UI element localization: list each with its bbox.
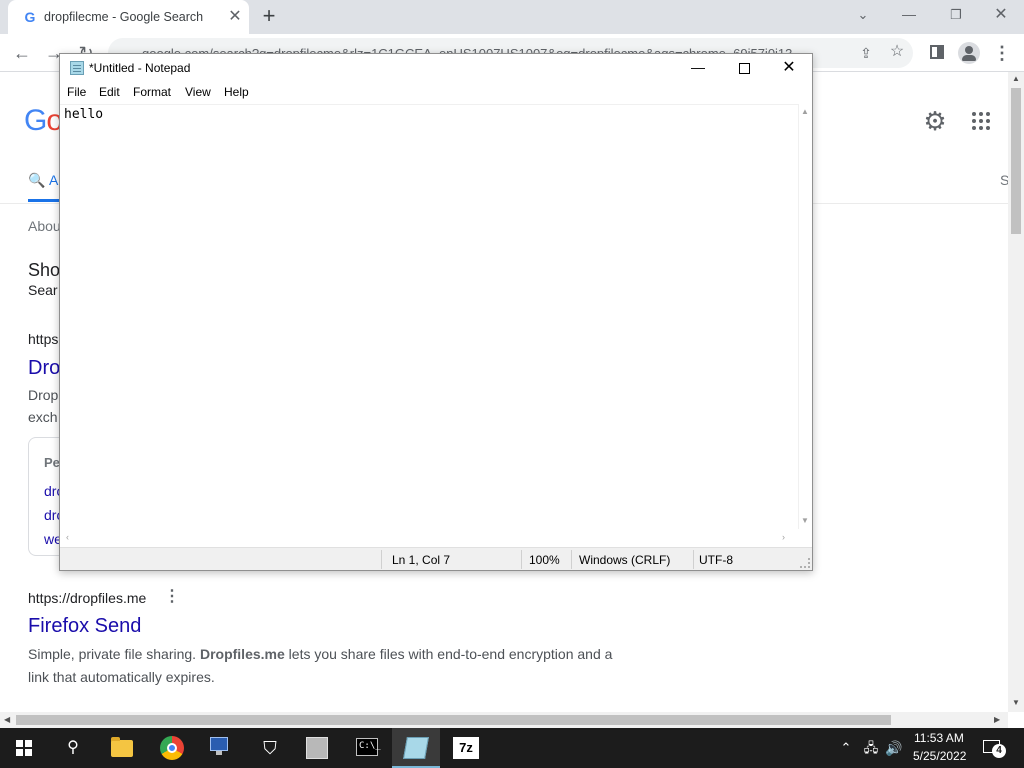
- tab-close-icon[interactable]: ✕: [226, 8, 244, 26]
- result2-snippet-part: Simple, private file sharing.: [28, 646, 200, 662]
- menu-view[interactable]: View: [185, 85, 211, 99]
- result2-title-link[interactable]: Firefox Send: [28, 615, 141, 638]
- result1-snippet-line1: Drop: [28, 387, 59, 403]
- cabinet-app-icon[interactable]: [306, 737, 328, 759]
- status-separator: [381, 550, 382, 569]
- resize-grip-icon[interactable]: [800, 558, 810, 568]
- windows-taskbar: ⚲ ⛉ C:\_ 7z ⌃ 🖧 🔊 11:53 AM 5/25/2022 4: [0, 728, 1024, 768]
- side-panel-icon[interactable]: [927, 43, 947, 63]
- action-center-button[interactable]: 4: [982, 738, 1006, 758]
- google-logo-g: G: [24, 104, 47, 137]
- command-prompt-icon[interactable]: C:\_: [356, 738, 381, 756]
- chrome-menu-icon[interactable]: ⋮: [993, 42, 1011, 64]
- notepad-app-icon: [70, 61, 84, 75]
- notepad-menu-bar: File Edit Format View Help: [60, 82, 812, 104]
- share-icon[interactable]: ⇪: [856, 43, 876, 63]
- tray-network-icon[interactable]: 🖧: [862, 738, 880, 758]
- chrome-tab-strip: G dropfilecme - Google Search ✕ + ⌄ — ❐ …: [0, 0, 1024, 34]
- browser-close-button[interactable]: ✕: [989, 4, 1013, 26]
- browser-tab[interactable]: G dropfilecme - Google Search ✕: [8, 0, 249, 34]
- page-vertical-scrollbar[interactable]: ▲ ▼: [1008, 72, 1024, 712]
- result2-url[interactable]: https://dropfiles.me: [28, 590, 146, 606]
- menu-format[interactable]: Format: [133, 85, 171, 99]
- menu-edit[interactable]: Edit: [99, 85, 120, 99]
- result1-snippet-line2: exch: [28, 409, 58, 425]
- tab-search-chevron-icon[interactable]: ⌄: [853, 5, 873, 25]
- notification-count-badge: 4: [992, 744, 1006, 758]
- notepad-status-bar: Ln 1, Col 7 100% Windows (CRLF) UTF-8: [60, 547, 812, 570]
- result1-url[interactable]: https: [28, 331, 58, 347]
- result2-snippet-line2: link that automatically expires.: [28, 669, 215, 685]
- notepad-title-bar[interactable]: *Untitled - Notepad — ✕: [60, 54, 812, 82]
- result2-snippet-part: lets you share files with end-to-end enc…: [284, 646, 613, 662]
- menu-file[interactable]: File: [67, 85, 86, 99]
- new-tab-button[interactable]: +: [257, 5, 281, 29]
- scroll-left-arrow-icon[interactable]: ◀: [4, 715, 10, 724]
- notepad-taskbar-icon[interactable]: [403, 737, 429, 759]
- google-apps-grid-icon[interactable]: [970, 110, 992, 132]
- tray-overflow-chevron-icon[interactable]: ⌃: [838, 738, 854, 758]
- scroll-up-arrow-icon[interactable]: ▲: [801, 107, 809, 116]
- security-shield-icon[interactable]: ⛉: [260, 737, 280, 759]
- show-results-heading: Sho: [28, 260, 61, 280]
- notepad-maximize-button[interactable]: [729, 56, 759, 80]
- status-line-ending: Windows (CRLF): [579, 553, 671, 567]
- clock-date[interactable]: 5/25/2022: [913, 749, 966, 763]
- menu-help[interactable]: Help: [224, 85, 249, 99]
- scroll-down-arrow-icon[interactable]: ▼: [1012, 698, 1020, 707]
- notepad-minimize-button[interactable]: —: [683, 56, 713, 80]
- status-separator: [571, 550, 572, 569]
- status-encoding: UTF-8: [699, 553, 733, 567]
- results-about-text: Abou: [28, 218, 61, 234]
- google-logo[interactable]: Go: [24, 104, 63, 138]
- status-zoom: 100%: [529, 553, 560, 567]
- people-also-heading: Pe: [44, 455, 60, 470]
- clock-time[interactable]: 11:53 AM: [914, 731, 964, 745]
- network-computer-icon[interactable]: [208, 737, 232, 759]
- result2-snippet-bold: Dropfiles.me: [199, 646, 285, 662]
- profile-avatar-icon[interactable]: [958, 42, 980, 64]
- notepad-content[interactable]: hello: [64, 107, 103, 122]
- scrollbar-thumb[interactable]: [16, 715, 891, 725]
- notepad-close-button[interactable]: ✕: [774, 56, 804, 80]
- notepad-horizontal-scrollbar[interactable]: ‹ ›: [60, 529, 798, 547]
- show-results-subtext[interactable]: Sear: [28, 282, 58, 298]
- seven-zip-icon[interactable]: 7z: [453, 737, 479, 759]
- notepad-title: *Untitled - Notepad: [89, 61, 191, 75]
- notepad-text-area[interactable]: hello: [60, 104, 798, 529]
- settings-gear-icon[interactable]: ⚙: [922, 108, 948, 134]
- scroll-left-arrow-icon[interactable]: ‹: [66, 532, 69, 542]
- windows-logo-icon: [16, 740, 32, 756]
- browser-restore-button[interactable]: ❐: [944, 4, 968, 26]
- result1-title-link[interactable]: Dro: [28, 357, 60, 380]
- scroll-up-arrow-icon[interactable]: ▲: [1012, 74, 1020, 83]
- scroll-down-arrow-icon[interactable]: ▼: [801, 516, 809, 525]
- maximize-square-icon: [738, 63, 750, 74]
- back-arrow-icon[interactable]: ←: [10, 41, 34, 65]
- page-horizontal-scrollbar[interactable]: ◀ ▶: [0, 712, 1008, 728]
- start-button[interactable]: [0, 728, 48, 768]
- status-cursor-position: Ln 1, Col 7: [392, 553, 451, 567]
- taskbar-search-icon[interactable]: ⚲: [63, 738, 83, 758]
- browser-minimize-button[interactable]: —: [897, 4, 921, 26]
- scrollbar-thumb[interactable]: [1011, 88, 1021, 234]
- bookmark-star-icon[interactable]: ☆: [887, 42, 907, 62]
- result2-snippet-line1: Simple, private file sharing. Dropfiles.…: [28, 646, 612, 662]
- notepad-vertical-scrollbar[interactable]: ▲ ▼: [798, 104, 812, 529]
- scroll-right-arrow-icon[interactable]: ›: [782, 532, 785, 542]
- status-separator: [521, 550, 522, 569]
- google-favicon-icon: G: [24, 9, 36, 25]
- result2-more-options-icon[interactable]: ⋮: [164, 588, 180, 606]
- file-explorer-icon[interactable]: [111, 737, 133, 757]
- chrome-icon[interactable]: [160, 736, 184, 760]
- notepad-window: *Untitled - Notepad — ✕ File Edit Format…: [59, 53, 813, 571]
- tab-title: dropfilecme - Google Search: [44, 10, 204, 24]
- tray-volume-icon[interactable]: 🔊: [885, 738, 903, 758]
- scroll-right-arrow-icon[interactable]: ▶: [994, 715, 1000, 724]
- tab-all-label: A: [49, 172, 59, 188]
- status-separator: [693, 550, 694, 569]
- active-tab-underline: [28, 199, 62, 202]
- search-icon: 🔍: [28, 172, 46, 188]
